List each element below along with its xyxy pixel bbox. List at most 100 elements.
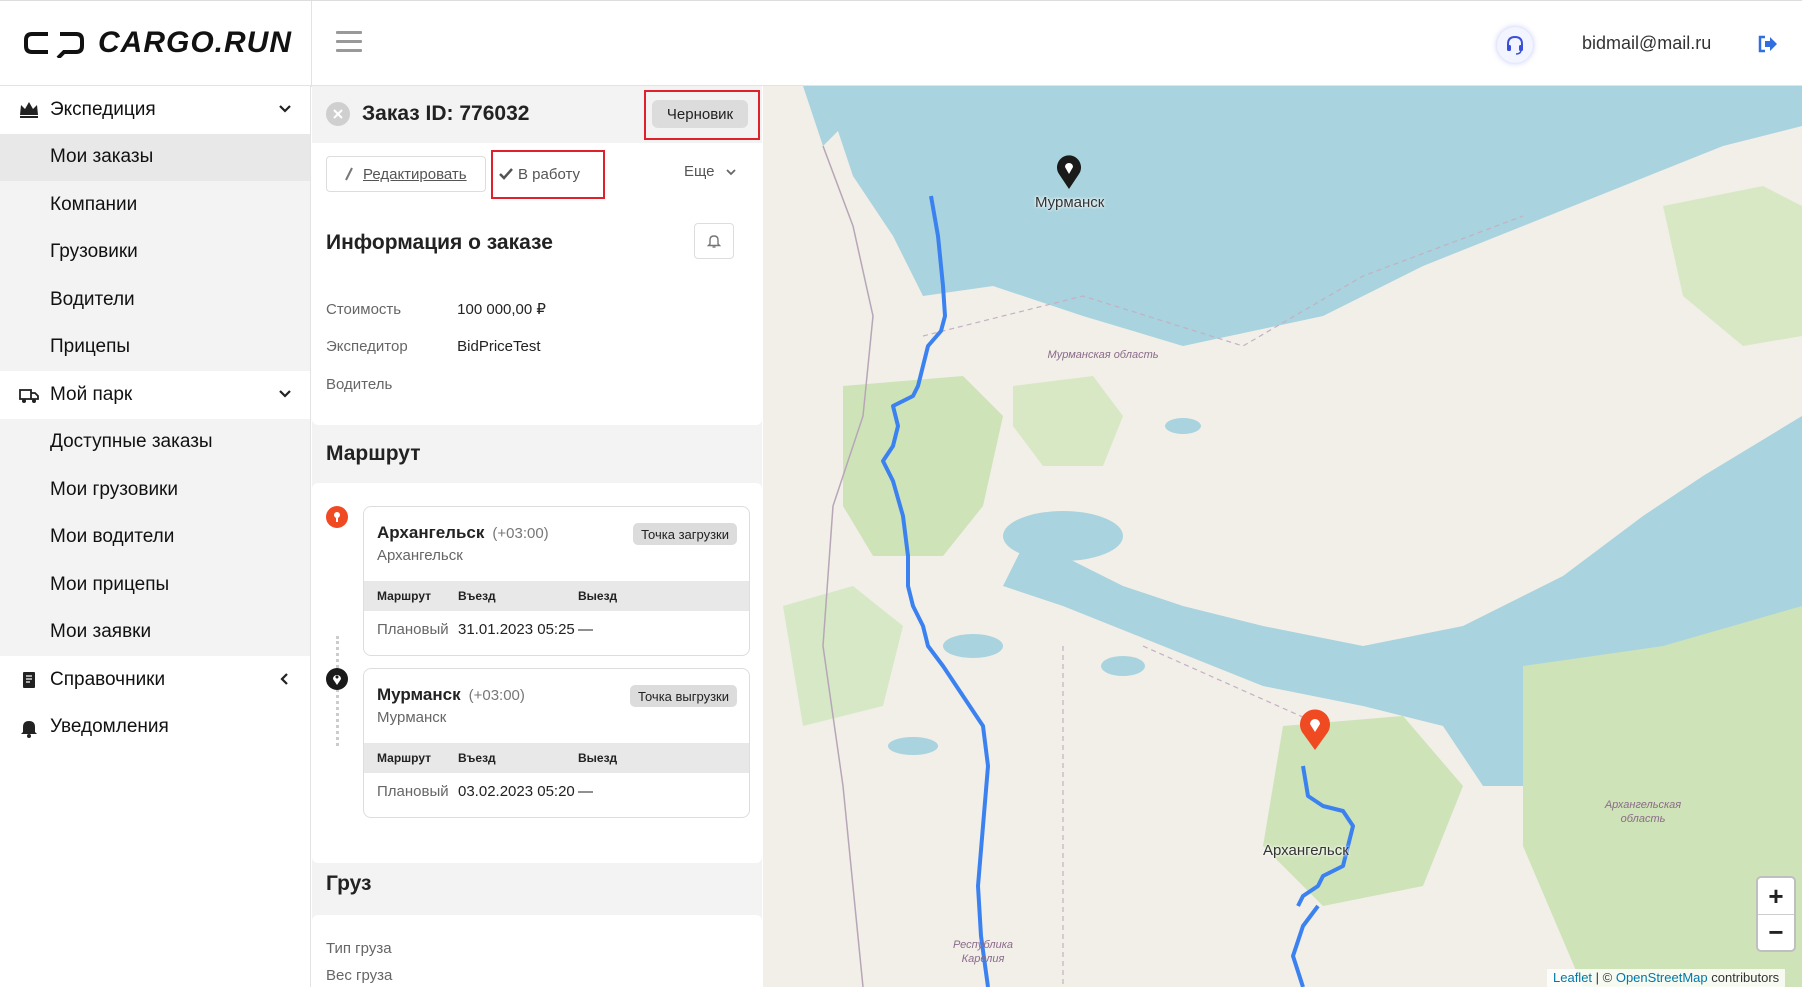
- edit-button-label: Редактировать: [363, 165, 467, 183]
- support-icon[interactable]: [1497, 27, 1533, 63]
- attribution-separator: | ©: [1592, 970, 1616, 985]
- notify-button[interactable]: [694, 223, 734, 259]
- route-cell: —: [578, 783, 593, 800]
- route-table-head: Маршрут Въезд Выезд: [364, 581, 749, 611]
- sidebar-item-6[interactable]: Мой парк: [0, 371, 310, 419]
- edit-button[interactable]: Редактировать: [326, 156, 486, 192]
- route-timeline: [336, 636, 339, 746]
- osm-link[interactable]: OpenStreetMap: [1616, 970, 1708, 985]
- start-work-button[interactable]: В работу: [498, 158, 598, 190]
- sidebar-item-label: Уведомления: [50, 716, 169, 738]
- route-city-name: Архангельск: [377, 523, 485, 542]
- route-cell: 31.01.2023 05:25: [458, 621, 575, 638]
- sidebar-item-label: Справочники: [50, 668, 166, 690]
- route-stop-card[interactable]: Архангельск (+03:00) Архангельск Точка за…: [363, 506, 750, 656]
- sidebar-item-2[interactable]: Компании: [0, 181, 310, 229]
- sidebar: Экспедиция Мои заказы Компании Грузовики Вод…: [0, 86, 311, 987]
- route-city: Архангельск (+03:00): [377, 523, 549, 543]
- order-panel: Заказ ID: 776032 Черновик Редактировать …: [312, 86, 762, 987]
- sidebar-item-1[interactable]: Мои заказы: [0, 133, 310, 181]
- sidebar-item-13[interactable]: Уведомления: [0, 704, 310, 752]
- map-label-arkhangelsk: Архангельск: [1263, 842, 1349, 859]
- logo-text: CARGO.RUN: [98, 26, 292, 59]
- attribution-suffix: contributors: [1707, 970, 1780, 985]
- logo-mark-icon: [24, 32, 84, 58]
- arkhangelsk-pin-icon[interactable]: [1298, 706, 1332, 752]
- order-title: Заказ ID: 776032: [362, 102, 530, 125]
- map-region-karelia: Республика Карелия: [952, 939, 1014, 965]
- route-cell: —: [578, 621, 593, 638]
- sidebar-item-7[interactable]: Доступные заказы: [0, 418, 310, 466]
- sidebar-item-12[interactable]: Справочники: [0, 656, 310, 704]
- route-timezone: (+03:00): [492, 525, 549, 542]
- sidebar-item-3[interactable]: Грузовики: [0, 228, 310, 276]
- zoom-out-button[interactable]: −: [1758, 914, 1794, 950]
- logout-icon[interactable]: [1756, 33, 1778, 55]
- route-table-row: Плановый 31.01.2023 05:25 —: [364, 615, 749, 645]
- info-row-cost: Стоимость 100 000,00 ₽: [326, 300, 546, 318]
- menu-toggle-icon[interactable]: [336, 31, 362, 53]
- header-divider: [311, 1, 312, 87]
- route-table-row: Плановый 03.02.2023 05:20 —: [364, 777, 749, 807]
- sidebar-item-label: Мой парк: [50, 383, 133, 405]
- route-map[interactable]: Мурманск Архангельск Мурманская область …: [763, 86, 1802, 987]
- close-order-button[interactable]: [326, 102, 350, 126]
- murmansk-pin-icon[interactable]: [1056, 154, 1082, 190]
- route-city: Мурманск (+03:00): [377, 685, 525, 705]
- sidebar-item-0[interactable]: Экспедиция: [0, 86, 310, 134]
- route-section-title: Маршрут: [326, 442, 421, 465]
- sidebar-item-8[interactable]: Мои грузовики: [0, 466, 310, 514]
- route-col-header: Выезд: [578, 589, 618, 603]
- route-stop-card[interactable]: Мурманск (+03:00) Мурманск Точка выгрузки…: [363, 668, 750, 818]
- route-cell: Плановый: [377, 783, 449, 800]
- sidebar-item-label: Мои водители: [50, 526, 175, 548]
- route-address: Архангельск: [377, 547, 463, 564]
- zoom-in-button[interactable]: +: [1758, 878, 1794, 914]
- route-col-header: Выезд: [578, 751, 618, 765]
- more-dropdown[interactable]: Еще: [684, 163, 737, 180]
- chevron-down-icon: [725, 168, 736, 175]
- zoom-control: + −: [1756, 876, 1796, 952]
- map-attribution: Leaflet | © OpenStreetMap contributors: [1547, 969, 1786, 987]
- cargo-row: Тип груза: [326, 940, 453, 957]
- crown-icon: [20, 102, 38, 118]
- bell-icon: [21, 720, 37, 738]
- sidebar-item-label: Экспедиция: [50, 98, 156, 120]
- sidebar-item-label: Мои заказы: [50, 146, 154, 168]
- map-label-murmansk: Мурманск: [1035, 194, 1105, 211]
- route-cell: Плановый: [377, 621, 449, 638]
- sidebar-item-label: Доступные заказы: [50, 431, 213, 453]
- order-header: Заказ ID: 776032 Черновик: [312, 86, 762, 142]
- map-region-murmansk: Мурманская область: [1047, 349, 1159, 361]
- status-badge: Черновик: [652, 100, 748, 128]
- user-email[interactable]: bidmail@mail.ru: [1582, 33, 1711, 54]
- map-region-arkhangelsk: Архангельская область: [1604, 799, 1682, 825]
- sidebar-item-9[interactable]: Мои водители: [0, 513, 310, 561]
- logo[interactable]: CARGO.RUN: [24, 25, 292, 61]
- info-row-forwarder: Экспедитор BidPriceTest: [326, 338, 541, 355]
- sidebar-item-11[interactable]: Мои заявки: [0, 608, 310, 656]
- sidebar-item-label: Прицепы: [50, 336, 131, 358]
- cargo-row: Вес груза: [326, 967, 453, 984]
- sidebar-item-4[interactable]: Водители: [0, 276, 310, 324]
- bell-icon: [707, 235, 721, 248]
- check-icon: [499, 168, 513, 180]
- leaflet-link[interactable]: Leaflet: [1553, 970, 1592, 985]
- info-key: Водитель: [326, 376, 393, 393]
- sidebar-item-10[interactable]: Мои прицепы: [0, 561, 310, 609]
- sidebar-item-5[interactable]: Прицепы: [0, 323, 310, 371]
- cargo-section-title: Груз: [326, 872, 372, 895]
- chevron-down-icon: [279, 390, 291, 398]
- chevron-left-icon: [280, 673, 288, 685]
- route-table-head: Маршрут Въезд Выезд: [364, 743, 749, 773]
- info-key: Стоимость: [326, 301, 402, 318]
- start-work-label: В работу: [518, 165, 580, 183]
- pencil-icon: [345, 167, 353, 181]
- info-row-driver: Водитель: [326, 376, 453, 393]
- sidebar-item-label: Грузовики: [50, 241, 138, 263]
- end-point-icon: [326, 668, 348, 690]
- sidebar-item-label: Компании: [50, 193, 138, 215]
- route-address: Мурманск: [377, 709, 447, 726]
- close-icon: [333, 109, 343, 119]
- more-label: Еще: [684, 163, 715, 180]
